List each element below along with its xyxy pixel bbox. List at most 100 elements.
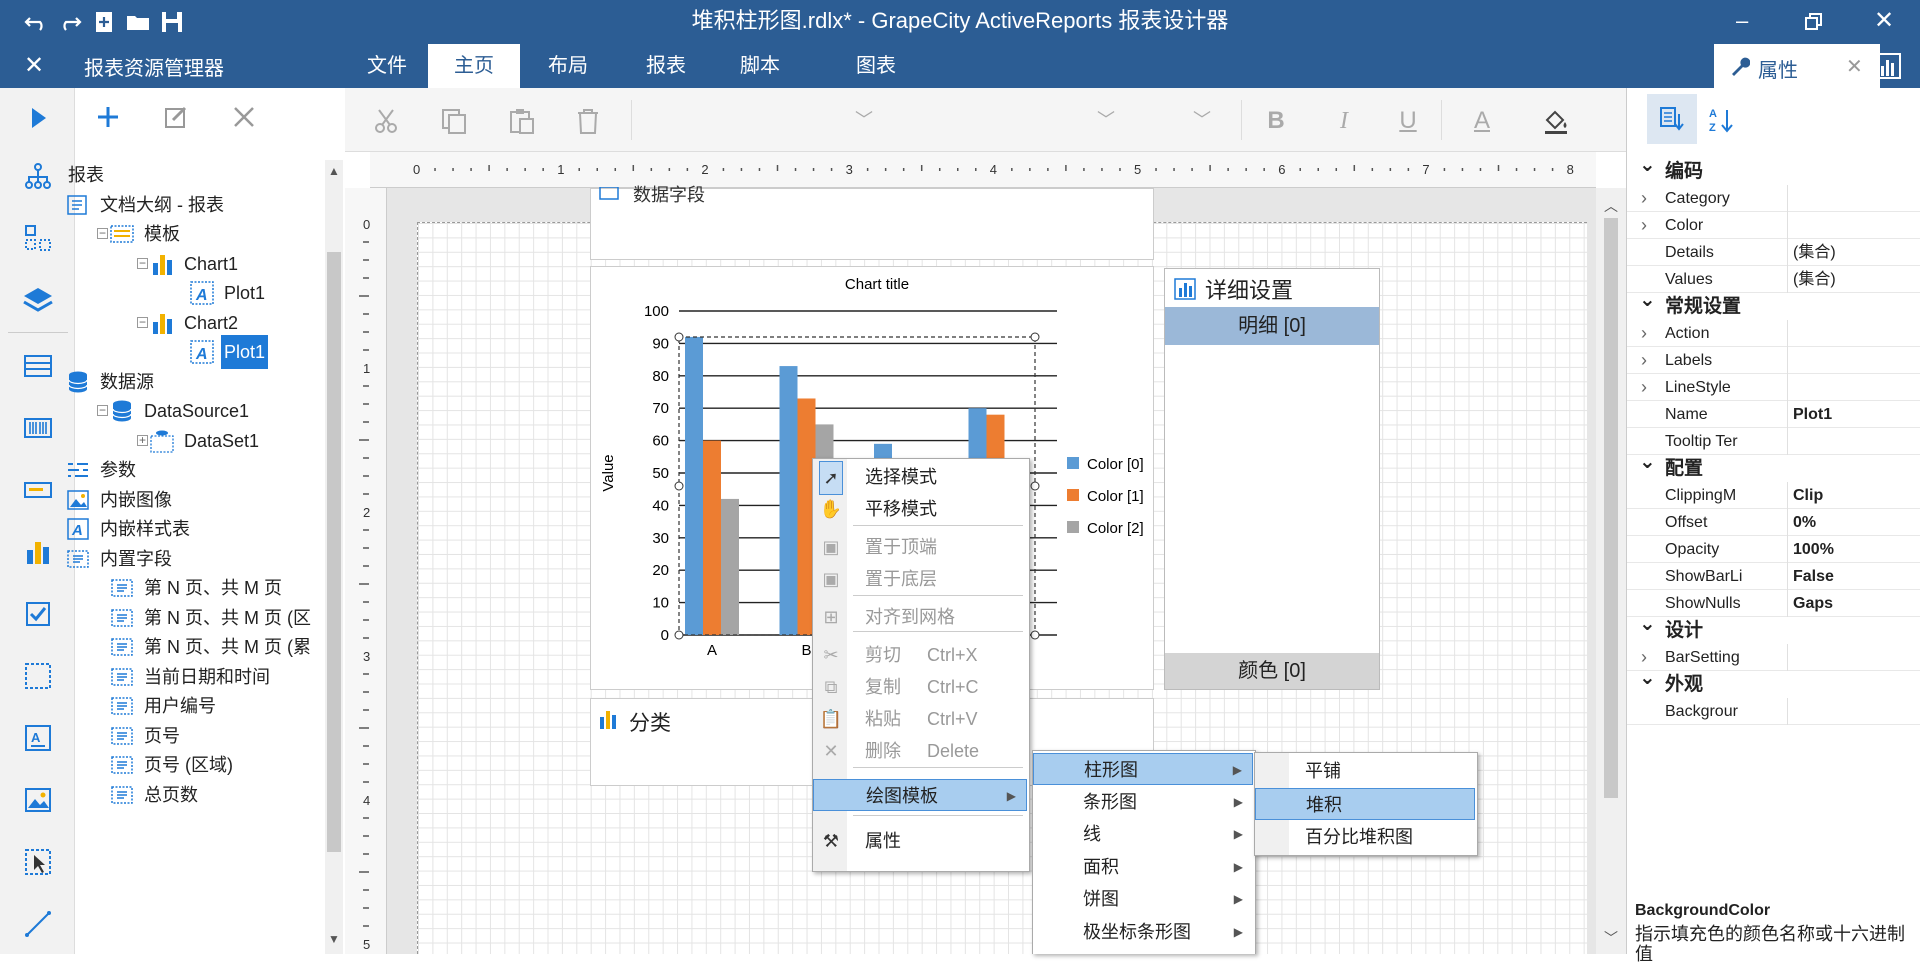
context-paste-item[interactable]: 📋 粘贴 Ctrl+V xyxy=(813,703,1027,735)
close-window-button[interactable]: ✕ xyxy=(1874,6,1894,35)
style-dropdown-chevron-icon[interactable]: ﹀ xyxy=(855,106,873,132)
property-row[interactable]: › Category xyxy=(1627,185,1920,212)
collapse-chevron-icon[interactable]: ⌄ xyxy=(1639,152,1656,179)
checkbox-tool-icon[interactable] xyxy=(22,598,54,630)
data-field-area[interactable]: 数据字段 xyxy=(590,185,1154,260)
collapse-chevron-icon[interactable]: ⌄ xyxy=(1639,449,1656,476)
context-select-mode-item[interactable]: ➚ 选择模式 xyxy=(813,461,1027,495)
chart-panel-icon[interactable] xyxy=(1874,52,1902,80)
tree-toggle-icon[interactable]: + xyxy=(137,434,148,446)
submenu-pie-item[interactable]: 饼图 ▶ xyxy=(1033,883,1253,915)
property-row[interactable]: Opacity 100% xyxy=(1627,536,1920,563)
submenu-clustered-item[interactable]: 平铺 xyxy=(1255,755,1475,787)
textbox-tool-icon[interactable] xyxy=(22,474,54,506)
groups-icon[interactable] xyxy=(22,222,54,254)
save-icon[interactable] xyxy=(158,8,186,36)
table-tool-icon[interactable] xyxy=(22,350,54,382)
property-row[interactable]: Values (集合) xyxy=(1627,266,1920,293)
submenu-line-item[interactable]: 线 ▶ xyxy=(1033,818,1253,850)
tree-toggle-icon[interactable]: − xyxy=(97,227,108,239)
undo-icon[interactable] xyxy=(22,8,50,36)
expand-chevron-icon[interactable]: › xyxy=(1641,347,1647,374)
property-category[interactable]: ⌄ 外观 xyxy=(1627,667,1920,698)
property-row[interactable]: › Labels xyxy=(1627,347,1920,374)
add-icon[interactable] xyxy=(95,104,121,130)
new-file-icon[interactable] xyxy=(90,8,118,36)
property-row[interactable]: › Action xyxy=(1627,320,1920,347)
explorer-scrollbar[interactable]: ▲ ▼ xyxy=(325,160,343,954)
expand-chevron-icon[interactable]: › xyxy=(1641,320,1647,347)
image-tool-icon[interactable] xyxy=(22,784,54,816)
tab-layout[interactable]: 布局 xyxy=(530,44,606,88)
property-row[interactable]: Name Plot1 xyxy=(1627,401,1920,428)
edit-icon[interactable] xyxy=(163,104,189,130)
collapse-chevron-icon[interactable]: ⌄ xyxy=(1639,287,1656,314)
bold-button[interactable]: B xyxy=(1261,106,1291,136)
property-row[interactable]: Backgrour xyxy=(1627,698,1920,725)
context-properties-item[interactable]: ⚒ 属性 xyxy=(813,825,1027,857)
property-row[interactable]: Details (集合) xyxy=(1627,239,1920,266)
rich-text-tool-icon[interactable]: A xyxy=(22,722,54,754)
font-dropdown-chevron-icon[interactable]: ﹀ xyxy=(1097,106,1115,132)
close-props-icon[interactable]: ✕ xyxy=(1846,54,1863,79)
line-tool-icon[interactable] xyxy=(22,908,54,940)
hierarchy-icon[interactable] xyxy=(22,160,54,192)
minimize-button[interactable]: – xyxy=(1736,8,1748,34)
tab-file[interactable]: 文件 xyxy=(352,44,422,88)
fill-color-icon[interactable] xyxy=(1541,106,1571,136)
close-explorer-button[interactable]: ✕ xyxy=(24,51,44,80)
context-bring-to-front-item[interactable]: ▣ 置于顶端 xyxy=(813,531,1027,563)
container-tool-icon[interactable] xyxy=(22,660,54,692)
property-row[interactable]: › BarSetting xyxy=(1627,644,1920,671)
detail-settings-panel[interactable]: 详细设置 明细 [0] 颜色 [0] xyxy=(1164,268,1380,690)
collapse-chevron-icon[interactable]: ⌄ xyxy=(1639,611,1656,638)
preview-icon[interactable] xyxy=(22,102,54,134)
barcode-tool-icon[interactable] xyxy=(22,412,54,444)
tree-toggle-icon[interactable]: − xyxy=(137,316,148,328)
trash-icon[interactable] xyxy=(573,106,603,136)
layers-icon[interactable] xyxy=(22,284,54,316)
context-plot-template-item[interactable]: 绘图模板 ▶ xyxy=(813,779,1027,811)
detail-row[interactable]: 明细 [0] xyxy=(1165,307,1379,345)
color-row[interactable]: 颜色 [0] xyxy=(1165,653,1379,689)
underline-button[interactable]: U xyxy=(1393,106,1423,136)
submenu-column-item[interactable]: 柱形图 ▶ xyxy=(1033,753,1253,785)
submenu-polar-bar-item[interactable]: 极坐标条形图 ▶ xyxy=(1033,916,1253,948)
categorized-view-button[interactable] xyxy=(1647,94,1697,144)
tab-chart[interactable]: 图表 xyxy=(838,44,914,88)
context-cut-item[interactable]: ✂ 剪切 Ctrl+X xyxy=(813,639,1027,671)
context-pan-mode-item[interactable]: ✋ 平移模式 xyxy=(813,493,1027,525)
context-copy-item[interactable]: ⧉ 复制 Ctrl+C xyxy=(813,671,1027,703)
property-row[interactable]: ShowBarLi False xyxy=(1627,563,1920,590)
property-row[interactable]: Offset 0% xyxy=(1627,509,1920,536)
tab-home[interactable]: 主页 xyxy=(428,44,520,88)
tree-toggle-icon[interactable]: − xyxy=(97,404,108,416)
expand-chevron-icon[interactable]: › xyxy=(1641,212,1647,239)
expand-chevron-icon[interactable]: › xyxy=(1641,185,1647,212)
property-row[interactable]: ShowNulls Gaps xyxy=(1627,590,1920,617)
copy-icon[interactable] xyxy=(439,106,469,136)
tab-script[interactable]: 脚本 xyxy=(722,44,798,88)
property-category[interactable]: ⌄ 设计 xyxy=(1627,613,1920,644)
submenu-area-item[interactable]: 面积 ▶ xyxy=(1033,851,1253,883)
tab-report[interactable]: 报表 xyxy=(628,44,704,88)
collapse-chevron-icon[interactable]: ⌄ xyxy=(1639,665,1656,692)
properties-tab[interactable]: 属性 ✕ xyxy=(1714,44,1880,88)
tree-toggle-icon[interactable]: − xyxy=(137,257,148,269)
property-row[interactable]: Tooltip Ter xyxy=(1627,428,1920,455)
sort-az-icon[interactable]: AZ xyxy=(1707,106,1739,134)
expand-chevron-icon[interactable]: › xyxy=(1641,374,1647,401)
delete-icon[interactable] xyxy=(231,104,257,130)
property-row[interactable]: › LineStyle xyxy=(1627,374,1920,401)
property-category[interactable]: ⌄ 常规设置 xyxy=(1627,289,1920,320)
chart-tool-icon[interactable] xyxy=(22,536,54,568)
submenu-bar-item[interactable]: 条形图 ▶ xyxy=(1033,786,1253,818)
property-row[interactable]: ClippingM Clip xyxy=(1627,482,1920,509)
cut-icon[interactable] xyxy=(371,106,401,136)
context-delete-item[interactable]: ✕ 删除 Delete xyxy=(813,735,1027,767)
paste-icon[interactable] xyxy=(507,106,537,136)
context-align-to-grid-item[interactable]: ⊞ 对齐到网格 xyxy=(813,601,1027,633)
context-send-to-back-item[interactable]: ▣ 置于底层 xyxy=(813,563,1027,595)
font-color-button[interactable]: A xyxy=(1467,106,1497,136)
open-folder-icon[interactable] xyxy=(124,8,152,36)
